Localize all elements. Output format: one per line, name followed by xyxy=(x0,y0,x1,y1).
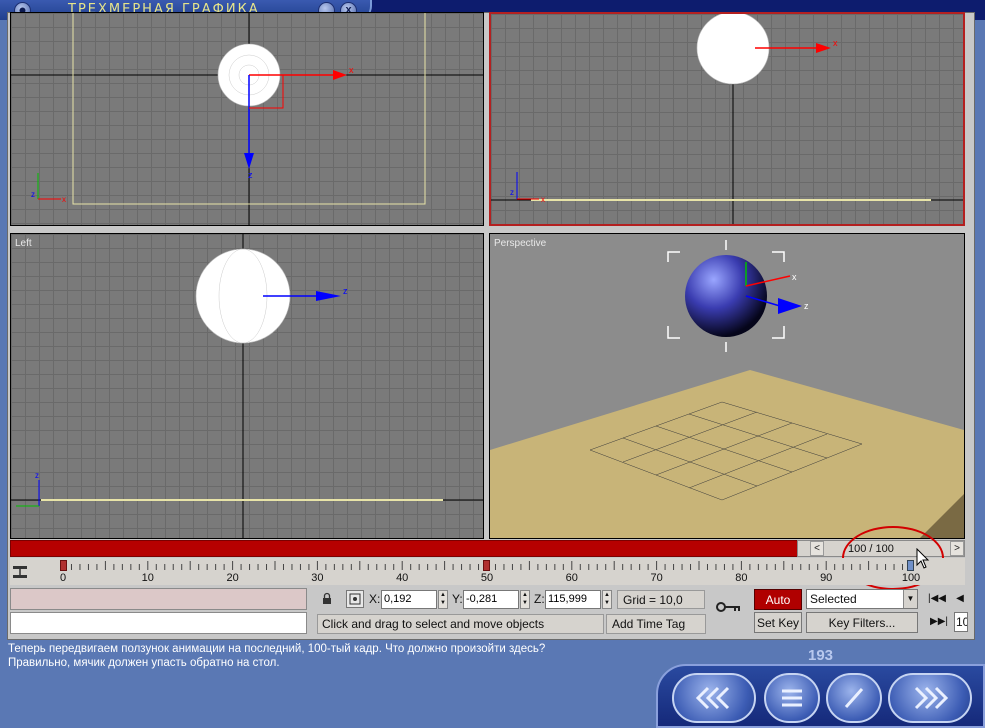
key-filters-button[interactable]: Key Filters... xyxy=(806,612,918,633)
absolute-mode-icon[interactable] xyxy=(346,590,364,608)
back-button[interactable] xyxy=(672,673,756,723)
svg-text:x: x xyxy=(792,272,797,282)
track-tick-label: 60 xyxy=(565,572,578,584)
viewport-perspective[interactable]: Perspective z x xyxy=(489,233,965,539)
sphere-wireframe[interactable] xyxy=(696,14,770,85)
go-to-start-icon[interactable]: |◀◀ xyxy=(928,590,946,608)
auto-key-button[interactable]: Auto Key xyxy=(754,589,802,627)
svg-text:z: z xyxy=(510,188,514,197)
svg-text:z: z xyxy=(31,190,35,199)
track-tick-label: 20 xyxy=(226,572,239,584)
mouse-cursor-icon xyxy=(916,548,930,569)
time-prev-button[interactable]: < xyxy=(810,541,824,556)
track-tick-label: 80 xyxy=(735,572,748,584)
keyframe-marker-0[interactable] xyxy=(60,560,67,571)
key-icon[interactable] xyxy=(716,601,742,613)
coord-y-field[interactable]: -0,281 xyxy=(463,590,519,609)
key-selection-value: Selected xyxy=(810,592,857,606)
page-number: 193 xyxy=(808,647,834,664)
forward-arrows-icon xyxy=(914,686,949,710)
keyframe-marker-50[interactable] xyxy=(483,560,490,571)
svg-text:z: z xyxy=(804,301,809,311)
track-bar-icon[interactable] xyxy=(12,564,28,580)
keyframe-marker-100[interactable] xyxy=(907,560,914,571)
svg-text:z: z xyxy=(248,170,253,180)
forward-button[interactable] xyxy=(888,673,972,723)
coord-y-label: Y: xyxy=(452,592,463,606)
maxscript-listener-pink[interactable] xyxy=(10,588,307,610)
svg-text:z: z xyxy=(343,286,348,296)
coord-x-spinner[interactable]: ▲ ▼ xyxy=(438,590,448,609)
track-tick-label: 70 xyxy=(650,572,663,584)
tutor-instructions: Теперь передвигаем ползунок анимации на … xyxy=(8,642,708,670)
key-selection-dropdown[interactable]: Selected ▼ xyxy=(806,589,918,609)
track-tick-label: 30 xyxy=(311,572,324,584)
viewport-top-scene: x z z x xyxy=(11,13,483,225)
app-window: ТРЕХМЕРНАЯ ГРАФИКА _ x x z z x x z x Lef… xyxy=(0,0,985,728)
svg-text:x: x xyxy=(541,195,545,204)
coord-z-spinner[interactable]: ▲ ▼ xyxy=(602,590,612,609)
axis-tripod: z xyxy=(16,471,40,507)
maxscript-listener-white[interactable] xyxy=(10,612,307,634)
track-tick-label: 10 xyxy=(141,572,154,584)
axis-tripod: z x xyxy=(31,173,66,204)
menu-lines-icon xyxy=(782,689,802,707)
coord-x-field[interactable]: 0,192 xyxy=(381,590,437,609)
sphere-blue[interactable] xyxy=(685,255,767,337)
coord-z-label: Z: xyxy=(534,592,545,606)
svg-text:x: x xyxy=(62,195,66,204)
viewport-front[interactable]: x z x xyxy=(489,12,965,226)
set-key-button[interactable]: Set Key xyxy=(754,612,802,633)
go-to-end-icon[interactable]: ▶▶| xyxy=(930,613,948,631)
viewport-front-scene: x z x xyxy=(491,14,963,224)
viewport-top[interactable]: x z z x xyxy=(10,12,484,226)
lock-icon[interactable] xyxy=(320,592,334,606)
track-tick-label: 90 xyxy=(820,572,833,584)
back-arrows-icon xyxy=(695,686,730,710)
viewport-left-scene: z z xyxy=(11,234,483,538)
coord-y-spinner[interactable]: ▲ ▼ xyxy=(520,590,530,609)
track-tick-label: 100 xyxy=(901,572,921,584)
svg-text:z: z xyxy=(35,471,39,480)
track-tick-label: 50 xyxy=(480,572,494,584)
svg-text:x: x xyxy=(349,65,354,75)
check-icon xyxy=(844,688,864,708)
grid-size-display: Grid = 10,0 xyxy=(617,590,705,609)
coord-x-label: X: xyxy=(369,592,381,606)
menu-button[interactable] xyxy=(764,673,820,723)
track-tick-label: 0 xyxy=(59,572,67,584)
current-frame-field[interactable]: 10 xyxy=(954,612,968,632)
coord-z-field[interactable]: 115,999 xyxy=(545,590,601,609)
chevron-down-icon[interactable]: ▼ xyxy=(903,590,917,608)
tutor-line-1: Теперь передвигаем ползунок анимации на … xyxy=(8,643,546,655)
viewport-left[interactable]: Left z z xyxy=(10,233,484,539)
track-tick-label: 40 xyxy=(396,572,409,584)
add-time-tag-button[interactable]: Add Time Tag xyxy=(606,614,706,634)
viewport-perspective-scene: z x xyxy=(490,240,964,538)
check-button[interactable] xyxy=(826,673,882,723)
prompt-line: Click and drag to select and move object… xyxy=(317,614,604,634)
previous-frame-icon[interactable]: ◀ xyxy=(954,590,966,608)
time-next-button[interactable]: > xyxy=(950,541,964,556)
tutor-line-2: Правильно, мячик должен упасть обратно н… xyxy=(8,657,280,669)
svg-text:x: x xyxy=(833,38,838,48)
